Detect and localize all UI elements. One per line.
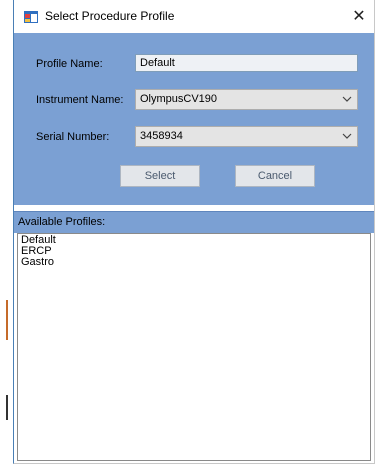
profile-form-panel: Profile Name: Instrument Name: OlympusCV… [14,33,374,205]
chevron-down-icon [342,96,352,102]
instrument-name-dropdown[interactable]: OlympusCV190 [135,89,358,110]
title-bar[interactable]: Select Procedure Profile ✕ [14,0,374,33]
close-icon: ✕ [352,8,366,25]
close-button[interactable]: ✕ [346,4,372,28]
screen: Select Procedure Profile ✕ Profile Name:… [0,0,381,465]
window-title: Select Procedure Profile [45,9,175,23]
instrument-name-value: OlympusCV190 [140,93,218,105]
list-item[interactable]: Default [21,235,367,246]
serial-number-value: 3458934 [140,130,183,142]
profile-name-field[interactable] [135,54,358,72]
serial-number-dropdown[interactable]: 3458934 [135,126,358,147]
background-window-edge [0,0,12,465]
list-item[interactable]: Gastro [21,257,367,268]
background-edge-mark [6,300,8,340]
available-profiles-list[interactable]: Default ERCP Gastro [17,233,371,461]
cancel-button[interactable]: Cancel [235,165,315,187]
profile-name-label: Profile Name: [36,58,103,70]
background-edge-mark [6,395,8,420]
instrument-name-label: Instrument Name: [36,94,124,106]
list-item[interactable]: ERCP [21,246,367,257]
chevron-down-icon [342,133,352,139]
available-profiles-header: Available Profiles: [14,211,374,233]
window-app-icon [24,11,38,23]
select-button[interactable]: Select [120,165,200,187]
select-procedure-profile-dialog: Select Procedure Profile ✕ Profile Name:… [13,0,375,464]
serial-number-label: Serial Number: [36,131,110,143]
available-profiles-label: Available Profiles: [18,216,106,228]
